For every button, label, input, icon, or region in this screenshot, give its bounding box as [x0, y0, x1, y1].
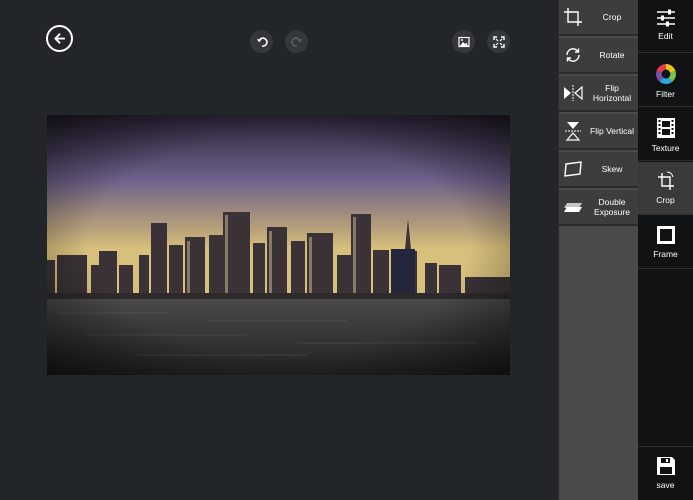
save-icon — [656, 457, 675, 475]
redo-icon — [290, 36, 302, 47]
skew-icon — [559, 159, 587, 179]
fullscreen-button[interactable] — [487, 30, 510, 53]
photo-preview[interactable] — [47, 115, 510, 375]
frame-icon — [656, 226, 675, 244]
crop-option-double-exposure[interactable]: Double Exposure — [559, 190, 639, 226]
sliders-icon — [656, 9, 675, 27]
rotate-icon — [559, 45, 587, 65]
tool-texture[interactable]: Texture — [638, 108, 693, 161]
tool-label: Edit — [658, 31, 673, 41]
tool-label: Crop — [656, 195, 675, 205]
main-toolbar: Edit Filter Texture Crop Frame save — [638, 0, 693, 500]
crop-option-label: Rotate — [599, 50, 625, 60]
canvas-area — [0, 0, 558, 500]
crop-options-panel: Crop Rotate Flip Horizontal Flip Vertica… — [558, 0, 639, 500]
undo-button[interactable] — [250, 30, 273, 53]
fullscreen-icon — [492, 35, 505, 48]
compare-button[interactable] — [452, 30, 475, 53]
save-label: save — [656, 480, 675, 490]
crop-option-label: Flip Vertical — [590, 126, 634, 136]
tool-frame[interactable]: Frame — [638, 216, 693, 269]
flip-horizontal-icon — [559, 83, 587, 103]
crop-option-flip-horizontal[interactable]: Flip Horizontal — [559, 76, 639, 112]
tool-crop[interactable]: Crop — [638, 162, 693, 215]
crop-option-skew[interactable]: Skew — [559, 152, 639, 188]
crop-option-crop[interactable]: Crop — [559, 0, 639, 36]
undo-icon — [256, 36, 268, 47]
back-icon — [54, 33, 66, 44]
crop-option-flip-vertical[interactable]: Flip Vertical — [559, 114, 639, 150]
tool-label: Frame — [653, 249, 678, 259]
tool-label: Texture — [651, 143, 680, 153]
crop-option-label: Double Exposure — [594, 197, 630, 217]
back-button[interactable] — [46, 25, 73, 52]
color-wheel-icon — [655, 64, 676, 84]
redo-button[interactable] — [285, 30, 308, 53]
save-button[interactable]: save — [638, 446, 693, 500]
double-exposure-icon — [559, 197, 587, 217]
flip-vertical-icon — [559, 121, 587, 141]
crop-option-rotate[interactable]: Rotate — [559, 38, 639, 74]
crop-icon — [657, 171, 674, 190]
tool-filter[interactable]: Filter — [638, 54, 693, 107]
crop-icon — [559, 7, 587, 27]
tool-label: Filter — [656, 89, 675, 99]
crop-option-label: Crop — [602, 12, 622, 22]
tool-edit[interactable]: Edit — [638, 0, 693, 53]
crop-option-label: Flip Horizontal — [592, 83, 632, 103]
skyline-photo — [47, 115, 510, 375]
film-icon — [656, 118, 675, 138]
compare-icon — [457, 36, 470, 47]
crop-option-label: Skew — [601, 164, 623, 174]
